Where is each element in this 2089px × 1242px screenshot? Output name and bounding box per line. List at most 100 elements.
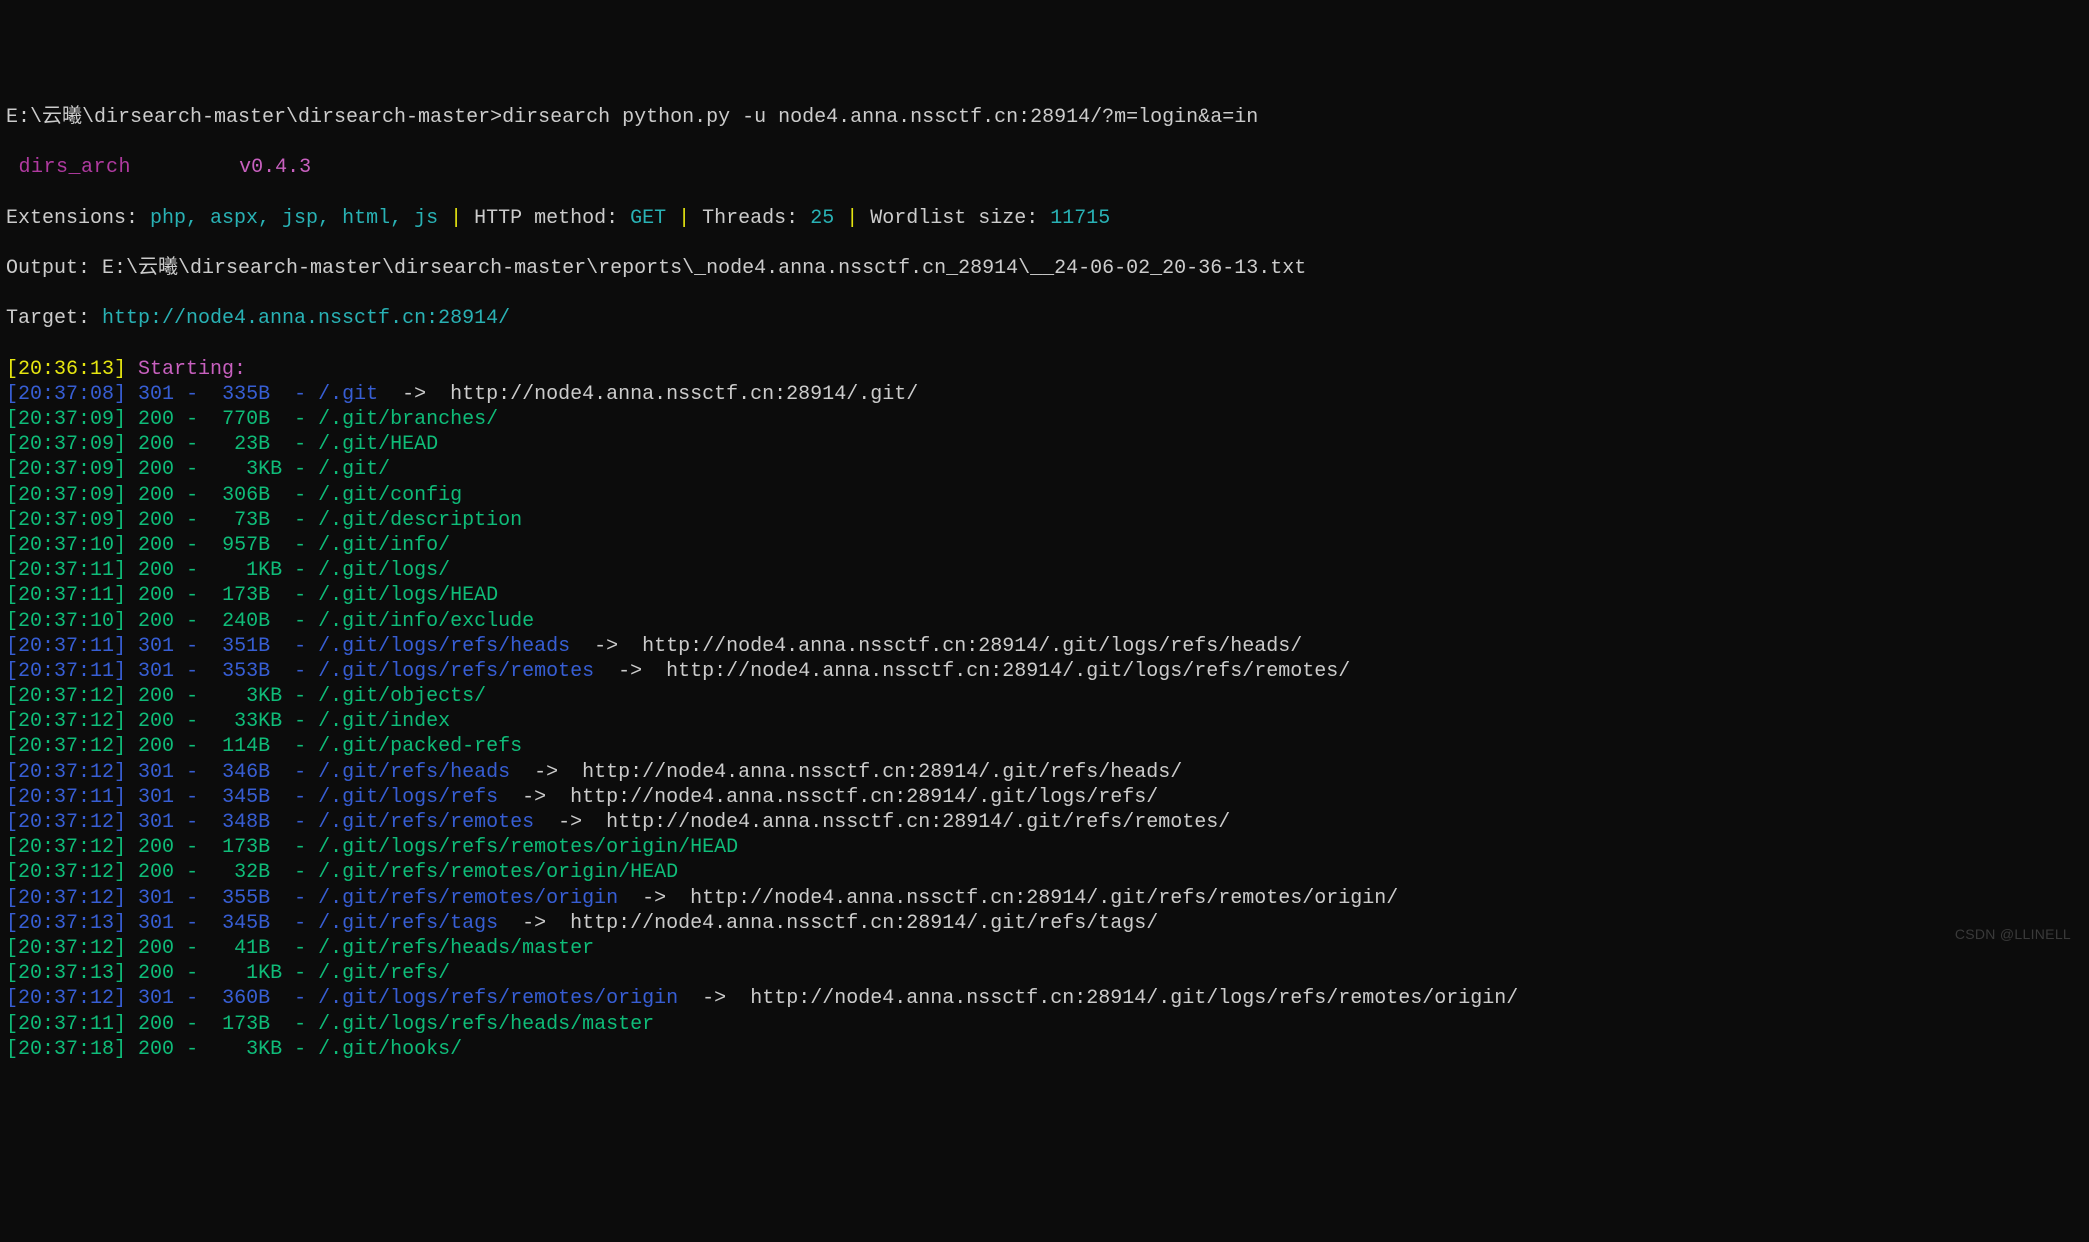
result-timestamp: [20:37:11] bbox=[6, 584, 126, 607]
result-timestamp: [20:37:11] bbox=[6, 786, 126, 809]
dash: - bbox=[174, 1038, 246, 1061]
result-timestamp: [20:37:10] bbox=[6, 610, 126, 633]
result-row: [20:37:12] 200 - 33KB - /.git/index bbox=[6, 709, 2083, 734]
watermark: CSDN @LLINELL bbox=[1955, 926, 2071, 944]
dash: - bbox=[174, 509, 234, 532]
dash: - bbox=[174, 433, 234, 456]
response-size: 3KB bbox=[246, 685, 282, 708]
found-path: - /.git/refs/remotes/origin/HEAD bbox=[282, 861, 678, 884]
dash: - bbox=[174, 458, 246, 481]
result-timestamp: [20:37:13] bbox=[6, 962, 126, 985]
dash: - bbox=[174, 484, 222, 507]
result-timestamp: [20:37:12] bbox=[6, 987, 126, 1010]
status-code: 200 bbox=[138, 836, 174, 859]
redirect-url: http://node4.anna.nssctf.cn:28914/.git/r… bbox=[570, 912, 1158, 935]
result-timestamp: [20:37:08] bbox=[6, 383, 126, 406]
status-code: 301 bbox=[138, 987, 174, 1010]
status-code bbox=[126, 811, 138, 834]
response-size: 3KB bbox=[246, 458, 282, 481]
result-timestamp: [20:37:12] bbox=[6, 735, 126, 758]
status-code bbox=[126, 861, 138, 884]
redirect-url: http://node4.anna.nssctf.cn:28914/.git/r… bbox=[582, 761, 1182, 784]
result-timestamp: [20:37:18] bbox=[6, 1038, 126, 1061]
response-size: 306B bbox=[222, 484, 282, 507]
status-code bbox=[126, 786, 138, 809]
redirect-arrow: -> bbox=[570, 635, 642, 658]
result-row: [20:37:10] 200 - 957B - /.git/info/ bbox=[6, 533, 2083, 558]
redirect-url: http://node4.anna.nssctf.cn:28914/.git/ bbox=[450, 383, 918, 406]
http-method-value: GET bbox=[630, 207, 666, 230]
status-code bbox=[126, 887, 138, 910]
result-row: [20:37:12] 301 - 346B - /.git/refs/heads… bbox=[6, 760, 2083, 785]
result-row: [20:37:11] 301 - 351B - /.git/logs/refs/… bbox=[6, 634, 2083, 659]
redirect-url: http://node4.anna.nssctf.cn:28914/.git/l… bbox=[570, 786, 1158, 809]
terminal-output[interactable]: E:\云曦\dirsearch-master\dirsearch-master>… bbox=[6, 105, 2083, 1062]
dash: - bbox=[174, 584, 222, 607]
result-row: [20:37:09] 200 - 306B - /.git/config bbox=[6, 483, 2083, 508]
response-size: 360B bbox=[222, 987, 282, 1010]
response-size: 240B bbox=[222, 610, 282, 633]
found-path: - /.git/refs/heads bbox=[282, 761, 510, 784]
result-row: [20:37:10] 200 - 240B - /.git/info/exclu… bbox=[6, 609, 2083, 634]
status-code bbox=[126, 710, 138, 733]
status-code: 200 bbox=[138, 1013, 174, 1036]
found-path: - /.git/logs/refs/remotes/origin bbox=[282, 987, 678, 1010]
result-timestamp: [20:37:11] bbox=[6, 559, 126, 582]
found-path: - /.git/description bbox=[282, 509, 522, 532]
status-code bbox=[126, 610, 138, 633]
dash: - bbox=[174, 559, 246, 582]
status-code bbox=[126, 509, 138, 532]
response-size: 957B bbox=[222, 534, 282, 557]
status-code bbox=[126, 383, 138, 406]
response-size: 173B bbox=[222, 584, 282, 607]
redirect-arrow: -> bbox=[498, 786, 570, 809]
dash: - bbox=[174, 1013, 222, 1036]
command-prompt: E:\云曦\dirsearch-master\dirsearch-master>… bbox=[6, 106, 1258, 129]
threads-value: 25 bbox=[810, 207, 834, 230]
status-code bbox=[126, 962, 138, 985]
status-code bbox=[126, 433, 138, 456]
status-code: 200 bbox=[138, 685, 174, 708]
result-timestamp: [20:37:11] bbox=[6, 635, 126, 658]
dash: - bbox=[174, 836, 222, 859]
result-timestamp: [20:37:11] bbox=[6, 1013, 126, 1036]
response-size: 173B bbox=[222, 836, 282, 859]
response-size: 345B bbox=[222, 786, 282, 809]
dash: - bbox=[174, 710, 234, 733]
found-path: - /.git/logs/refs bbox=[282, 786, 498, 809]
status-code: 301 bbox=[138, 761, 174, 784]
dash: - bbox=[174, 962, 246, 985]
dash: - bbox=[174, 660, 222, 683]
result-timestamp: [20:37:12] bbox=[6, 937, 126, 960]
response-size: 353B bbox=[222, 660, 282, 683]
status-code bbox=[126, 761, 138, 784]
extensions-value: php, aspx, jsp, html, js bbox=[150, 207, 438, 230]
result-row: [20:37:09] 200 - 3KB - /.git/ bbox=[6, 457, 2083, 482]
threads-label: Threads: bbox=[702, 207, 810, 230]
redirect-url: http://node4.anna.nssctf.cn:28914/.git/r… bbox=[606, 811, 1230, 834]
found-path: - /.git/info/exclude bbox=[282, 610, 534, 633]
redirect-arrow: -> bbox=[534, 811, 606, 834]
target-url: http://node4.anna.nssctf.cn:28914/ bbox=[102, 307, 510, 330]
result-row: [20:37:12] 301 - 348B - /.git/refs/remot… bbox=[6, 810, 2083, 835]
result-timestamp: [20:37:09] bbox=[6, 484, 126, 507]
result-timestamp: [20:37:09] bbox=[6, 433, 126, 456]
response-size: 41B bbox=[234, 937, 282, 960]
starting-label: Starting: bbox=[126, 358, 258, 381]
found-path: - /.git/index bbox=[282, 710, 450, 733]
result-row: [20:37:12] 301 - 355B - /.git/refs/remot… bbox=[6, 886, 2083, 911]
found-path: - /.git/HEAD bbox=[282, 433, 438, 456]
found-path: - /.git/refs/remotes bbox=[282, 811, 534, 834]
status-code: 200 bbox=[138, 937, 174, 960]
result-row: [20:37:12] 200 - 173B - /.git/logs/refs/… bbox=[6, 835, 2083, 860]
version-label: v0.4.3 bbox=[239, 156, 311, 179]
response-size: 33KB bbox=[234, 710, 282, 733]
found-path: - /.git/logs/refs/heads bbox=[282, 635, 570, 658]
result-row: [20:37:11] 200 - 173B - /.git/logs/HEAD bbox=[6, 583, 2083, 608]
result-timestamp: [20:37:12] bbox=[6, 811, 126, 834]
status-code: 200 bbox=[138, 710, 174, 733]
response-size: 73B bbox=[234, 509, 282, 532]
status-code bbox=[126, 534, 138, 557]
dash: - bbox=[174, 735, 222, 758]
result-timestamp: [20:37:12] bbox=[6, 685, 126, 708]
